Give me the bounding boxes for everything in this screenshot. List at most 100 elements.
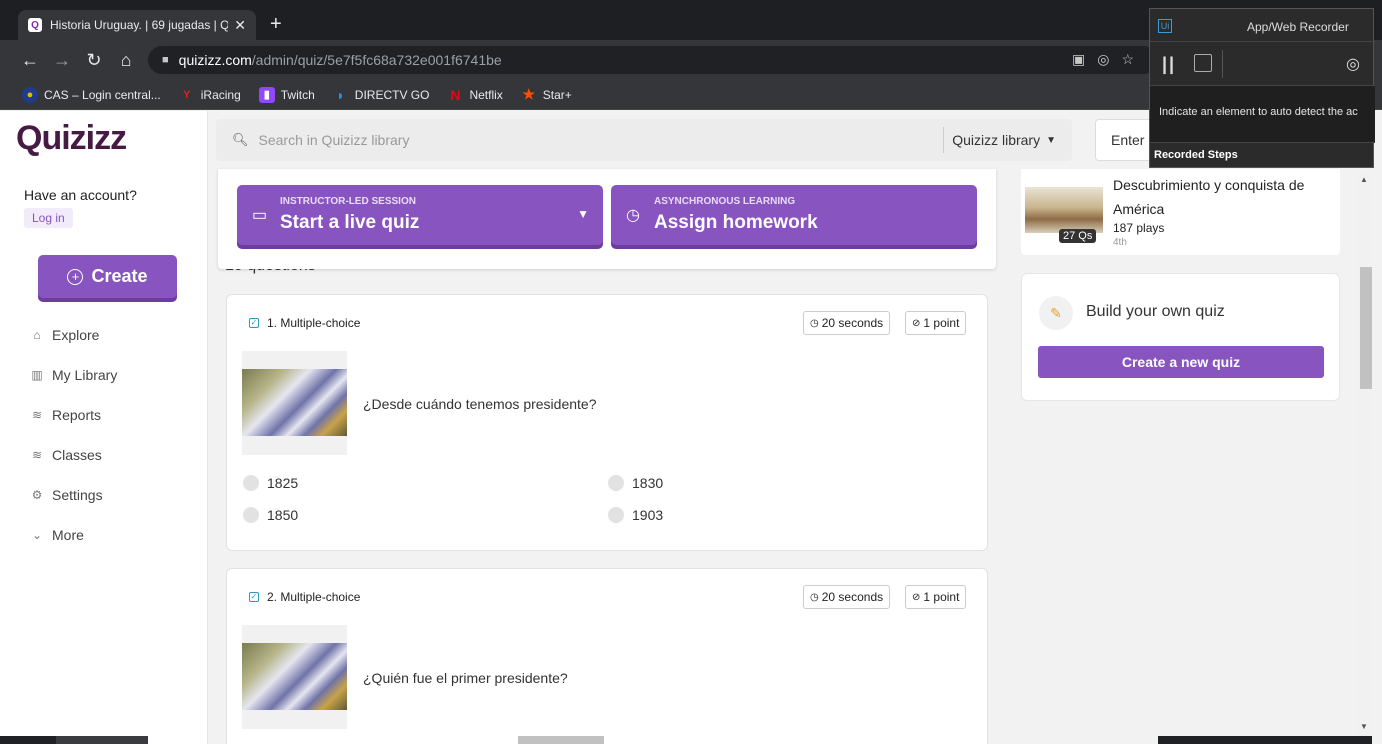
netflix-icon: N	[450, 86, 461, 103]
browser-tab[interactable]: Q Historia Uruguay. | 69 jugadas | Q ✕	[18, 10, 256, 40]
home-icon[interactable]: ⌂	[114, 48, 138, 72]
bookmark-directv[interactable]: ◗ DIRECTV GO	[333, 87, 430, 103]
question-type-label: 1. Multiple-choice	[267, 316, 361, 330]
bookmark-twitch[interactable]: ▮ Twitch	[258, 86, 315, 103]
taskbar-fragment	[0, 736, 56, 744]
iracing-icon: Y	[183, 88, 191, 101]
reload-icon[interactable]: ↻	[82, 48, 106, 72]
bookmark-label: Netflix	[469, 87, 503, 102]
pencil-icon: ✎	[1039, 296, 1073, 330]
clock-icon: ◷	[810, 317, 819, 329]
flag-image	[242, 643, 347, 710]
sidebar-item-explore[interactable]: ⌂ Explore	[30, 327, 99, 343]
presentation-icon: ▭	[252, 207, 268, 224]
back-icon[interactable]: ←	[18, 48, 42, 72]
have-account-text: Have an account?	[24, 187, 137, 203]
quizizz-logo[interactable]: Quizizz	[16, 119, 127, 158]
radio-icon	[608, 507, 624, 523]
time-label: 20 seconds	[821, 316, 884, 330]
sidebar-item-classes[interactable]: ≋ Classes	[30, 447, 102, 463]
library-select[interactable]: Quizizz library ▼	[943, 127, 1072, 153]
vertical-scrollbar-thumb[interactable]	[1360, 267, 1372, 389]
bookmark-label: Star+	[542, 87, 572, 102]
suggested-quiz-title[interactable]: Descubrimiento y conquista de América	[1113, 173, 1333, 221]
scroll-up-icon[interactable]: ▲	[1360, 175, 1368, 184]
create-button[interactable]: + Create	[38, 255, 177, 298]
start-live-quiz-button[interactable]: ▭ INSTRUCTOR-LED SESSION Start a live qu…	[237, 185, 603, 245]
caret-down-icon[interactable]: ▼	[577, 207, 589, 221]
recorder-title: App/Web Recorder	[1247, 20, 1349, 34]
pause-icon[interactable]: ||	[1162, 54, 1176, 75]
taskbar-clock	[1158, 736, 1372, 744]
bookmark-netflix[interactable]: N Netflix	[447, 87, 502, 103]
search-placeholder: Search in Quizizz library	[258, 132, 410, 148]
horizontal-scrollbar[interactable]	[0, 734, 1382, 744]
bookmark-label: Twitch	[280, 87, 315, 102]
sidebar: Quizizz Have an account? Log in + Create…	[0, 111, 208, 744]
homework-label: Assign homework	[654, 212, 818, 233]
recorder-message: Indicate an element to auto detect the a…	[1150, 85, 1375, 143]
checkbox-icon: ✓	[249, 592, 259, 602]
sidebar-item-label: More	[52, 527, 84, 543]
bookmark-iracing[interactable]: Y iRacing	[179, 87, 241, 103]
answer-label: 1850	[267, 507, 299, 523]
bookmark-label: CAS – Login central...	[44, 87, 161, 102]
login-button[interactable]: Log in	[24, 208, 73, 228]
create-new-quiz-button[interactable]: Create a new quiz	[1038, 346, 1324, 378]
omnibox-action-icons[interactable]: ▣◎☆	[1072, 51, 1146, 68]
time-badge: ◷ 20 seconds	[803, 585, 891, 609]
points-label: 1 point	[923, 590, 960, 604]
homework-caption: ASYNCHRONOUS LEARNING	[654, 196, 796, 207]
question-text: ¿Quién fue el primer presidente?	[363, 670, 568, 686]
clock-icon: ◷	[810, 591, 819, 603]
sidebar-item-more[interactable]: ⌄ More	[30, 527, 84, 543]
sidebar-item-settings[interactable]: ⚙ Settings	[30, 487, 103, 503]
live-quiz-caption: INSTRUCTOR-LED SESSION	[280, 196, 416, 207]
twitch-icon: ▮	[258, 86, 275, 103]
taskbar-fragment	[56, 736, 148, 744]
points-badge: ⊘ 1 point	[905, 311, 967, 335]
answer-option: 1825	[243, 475, 298, 491]
reports-icon: ≋	[31, 408, 43, 422]
target-icon[interactable]: ◎	[1346, 54, 1360, 74]
answer-option: 1903	[608, 507, 663, 523]
time-label: 20 seconds	[821, 590, 884, 604]
answer-option: 1830	[608, 475, 663, 491]
plus-icon: +	[67, 268, 84, 285]
shield-icon: ●	[22, 86, 38, 103]
sidebar-item-my-library[interactable]: ▥ My Library	[30, 367, 117, 383]
answer-option: 1850	[243, 507, 298, 523]
horizontal-scrollbar-thumb[interactable]	[518, 736, 604, 744]
radio-icon	[243, 475, 259, 491]
assign-homework-button[interactable]: ◷ ASYNCHRONOUS LEARNING Assign homework	[611, 185, 977, 245]
close-tab-icon[interactable]: ✕	[234, 17, 246, 34]
new-tab-icon[interactable]: +	[270, 12, 282, 36]
action-panel: ▭ INSTRUCTOR-LED SESSION Start a live qu…	[218, 169, 996, 269]
suggested-quiz-card[interactable]: 27 Qs Descubrimiento y conquista de Amér…	[1021, 169, 1340, 255]
forward-icon[interactable]: →	[50, 48, 74, 72]
scroll-down-icon[interactable]: ▼	[1360, 722, 1368, 731]
question-card[interactable]: ✓ 1. Multiple-choice ◷ 20 seconds ⊘ 1 po…	[226, 294, 988, 551]
sidebar-item-label: Classes	[52, 447, 102, 463]
recorder-window: Ui App/Web Recorder || ◎ Indicate an ele…	[1149, 8, 1375, 168]
question-image	[242, 351, 347, 455]
star-icon: ★	[522, 86, 536, 102]
bookmark-cas[interactable]: ● CAS – Login central...	[22, 86, 161, 103]
live-quiz-label: Start a live quiz	[280, 212, 420, 233]
url-field[interactable]: ■ quizizz.com /admin/quiz/5e7f5fc68a732e…	[148, 46, 1158, 74]
checkbox-icon: ✓	[249, 318, 259, 328]
library-search[interactable]: 🔍︎ Search in Quizizz library Quizizz lib…	[216, 119, 1072, 161]
url-path: /admin/quiz/5e7f5fc68a732e001f6741be	[251, 52, 502, 68]
question-text: ¿Desde cuándo tenemos presidente?	[363, 396, 597, 412]
time-badge: ◷ 20 seconds	[803, 311, 891, 335]
question-card[interactable]: ✓ 2. Multiple-choice ◷ 20 seconds ⊘ 1 po…	[226, 568, 988, 744]
bookmark-star-plus[interactable]: ★ Star+	[521, 86, 572, 103]
vertical-scrollbar[interactable]: ▲ ▼	[1358, 171, 1372, 744]
uipath-logo-icon: Ui	[1158, 19, 1172, 33]
sidebar-item-label: Settings	[52, 487, 103, 503]
tab-title: Historia Uruguay. | 69 jugadas | Q	[50, 18, 229, 32]
explore-icon: ⌂	[33, 328, 41, 342]
save-icon[interactable]	[1194, 54, 1212, 72]
bookmark-label: iRacing	[200, 87, 241, 102]
sidebar-item-reports[interactable]: ≋ Reports	[30, 407, 101, 423]
